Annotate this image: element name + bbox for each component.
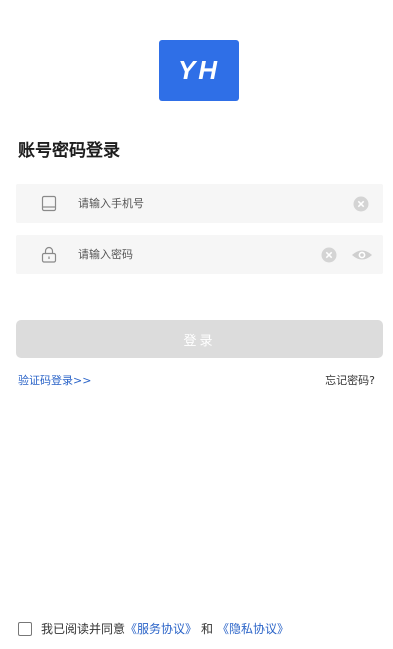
eye-icon[interactable]: [351, 247, 373, 263]
phone-field: [16, 184, 383, 223]
clear-icon[interactable]: [353, 196, 369, 212]
agreement-connector: 和: [201, 622, 214, 636]
page-title: 账号密码登录: [18, 141, 120, 161]
forgot-password-link[interactable]: 忘记密码?: [325, 372, 375, 388]
login-page: YH 账号密码登录 登录 验证码: [0, 0, 393, 649]
sms-login-link[interactable]: 验证码登录>>: [18, 372, 91, 388]
phone-input[interactable]: [78, 193, 298, 214]
app-logo: YH: [159, 40, 239, 101]
password-input[interactable]: [78, 244, 298, 265]
agreement-row: 我已阅读并同意 《服务协议》 和 《隐私协议》: [18, 620, 289, 637]
clear-icon[interactable]: [321, 247, 337, 263]
lock-icon: [41, 246, 57, 263]
agreement-checkbox[interactable]: [18, 621, 32, 636]
phone-icon: [41, 195, 57, 212]
agreement-prefix: 我已阅读并同意: [41, 622, 126, 636]
logo-text: YH: [177, 55, 221, 85]
privacy-agreement-link[interactable]: 《隐私协议》: [217, 620, 289, 637]
service-agreement-link[interactable]: 《服务协议》: [125, 620, 197, 637]
password-field: [16, 235, 383, 274]
login-button[interactable]: 登录: [16, 320, 383, 358]
